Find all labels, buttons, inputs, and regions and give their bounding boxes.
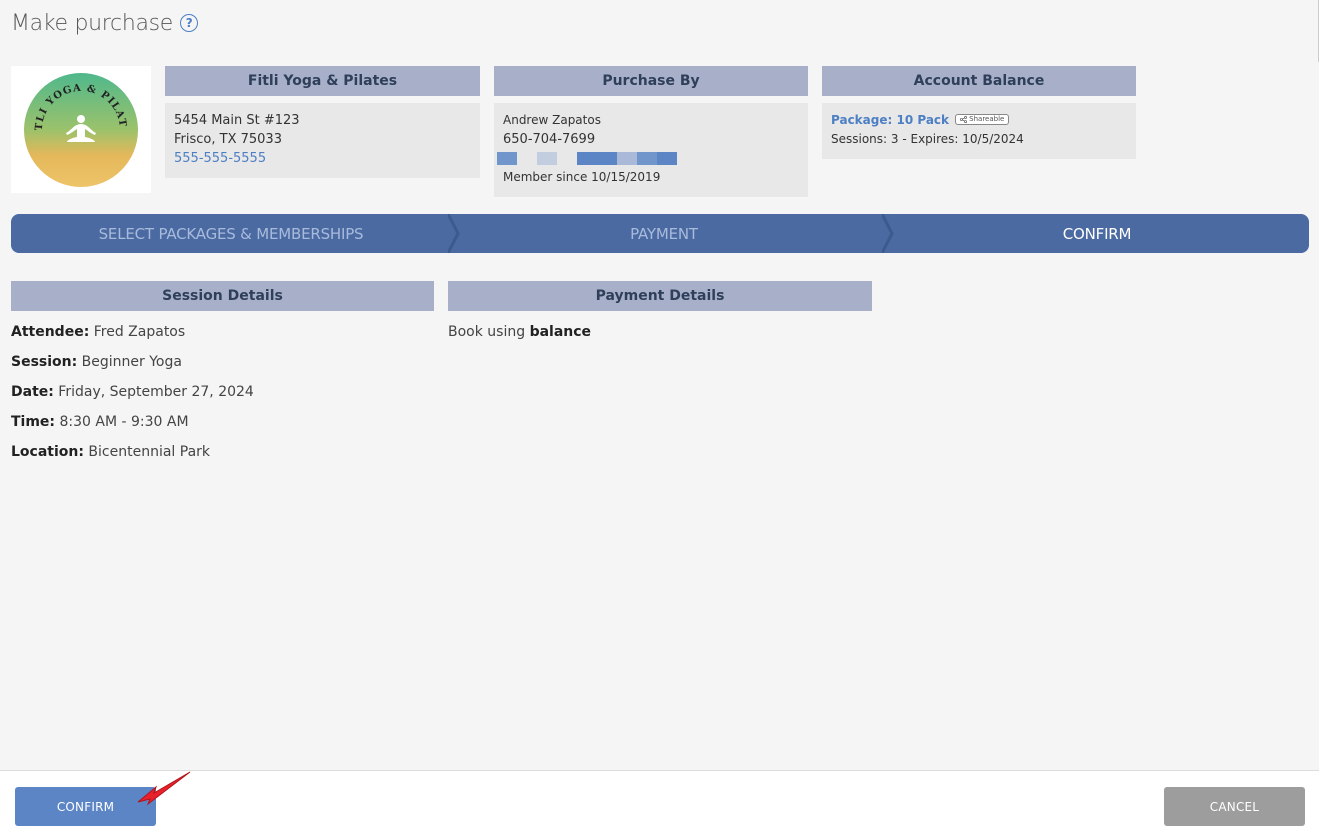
session-row: Session: Beginner Yoga [11, 354, 182, 370]
member-since: Member since 10/15/2019 [503, 170, 661, 184]
attendee-row: Attendee: Fred Zapatos [11, 324, 185, 340]
progress-stepper: SELECT PACKAGES & MEMBERSHIPS PAYMENT CO… [11, 214, 1309, 253]
location-row: Location: Bicentennial Park [11, 444, 210, 460]
page-title-text: Make purchase [11, 11, 174, 36]
purchaser-title: Purchase By [494, 66, 808, 96]
redacted-email [497, 152, 799, 165]
cancel-button[interactable]: CANCEL [1164, 787, 1305, 826]
step-confirm[interactable]: CONFIRM [892, 214, 1302, 253]
location-value: Bicentennial Park [83, 444, 211, 460]
shareable-label: Shareable [969, 115, 1005, 123]
session-details-title: Session Details [11, 281, 434, 311]
balance-title: Account Balance [822, 66, 1136, 96]
purchaser-info: Purchase By Andrew Zapatos 650-704-7699 … [494, 66, 808, 197]
yoga-logo-icon: FITLI YOGA & PILATES [22, 71, 138, 187]
purchaser-name: Andrew Zapatos [503, 113, 601, 127]
purchaser-phone: 650-704-7699 [503, 132, 596, 147]
address-line2: Frisco, TX 75033 [174, 132, 282, 147]
payment-method-value: balance [529, 324, 592, 340]
time-row: Time: 8:30 AM - 9:30 AM [11, 414, 189, 430]
sessions-expiry: Sessions: 3 - Expires: 10/5/2024 [831, 132, 1024, 146]
step-select-packages[interactable]: SELECT PACKAGES & MEMBERSHIPS [11, 214, 451, 253]
footer-bar: CONFIRM CANCEL [0, 770, 1319, 838]
step-payment[interactable]: PAYMENT [458, 214, 870, 253]
session-value: Beginner Yoga [77, 354, 182, 370]
address-line1: 5454 Main St #123 [174, 113, 300, 128]
date-value: Friday, September 27, 2024 [53, 384, 254, 400]
attendee-label: Attendee: [11, 324, 90, 340]
package-name: Package: 10 Pack [831, 113, 950, 127]
date-label: Date: [11, 384, 54, 400]
purchaser-details: Andrew Zapatos 650-704-7699 Member since… [494, 103, 808, 197]
pointer-arrow-icon [137, 771, 191, 806]
share-icon [960, 116, 968, 123]
location-label: Location: [11, 444, 84, 460]
session-label: Session: [11, 354, 78, 370]
time-label: Time: [11, 414, 56, 430]
studio-info: Fitli Yoga & Pilates 5454 Main St #123 F… [165, 66, 480, 178]
account-balance: Account Balance Package: 10 Pack Shareab… [822, 66, 1136, 159]
shareable-badge: Shareable [955, 114, 1010, 125]
payment-prefix: Book using [448, 324, 530, 340]
page-title: Make purchase ? [11, 11, 199, 36]
studio-phone-link[interactable]: 555-555-5555 [174, 149, 471, 168]
payment-details-title: Payment Details [448, 281, 872, 311]
studio-contact: 5454 Main St #123 Frisco, TX 75033 555-5… [165, 103, 480, 178]
date-row: Date: Friday, September 27, 2024 [11, 384, 254, 400]
time-value: 8:30 AM - 9:30 AM [55, 414, 189, 430]
studio-logo: FITLI YOGA & PILATES [11, 66, 151, 193]
balance-details: Package: 10 Pack Shareable Sessions: 3 -… [822, 103, 1136, 159]
payment-method: Book using balance [448, 324, 591, 340]
attendee-value: Fred Zapatos [89, 324, 186, 340]
confirm-button[interactable]: CONFIRM [15, 787, 156, 826]
studio-name: Fitli Yoga & Pilates [165, 66, 480, 96]
help-icon[interactable]: ? [180, 13, 199, 32]
